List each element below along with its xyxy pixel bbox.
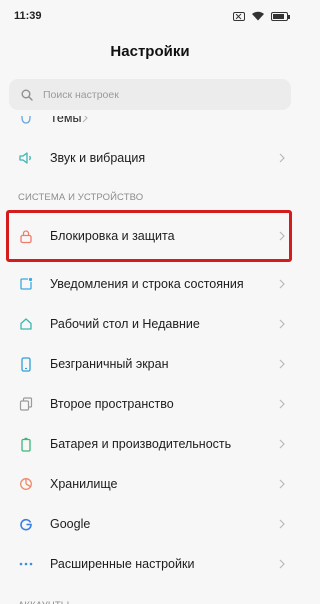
search-box[interactable] (9, 79, 291, 110)
chevron-right-icon (279, 399, 285, 409)
settings-item-lock-security[interactable]: Блокировка и защита (0, 210, 300, 262)
google-icon (18, 516, 34, 532)
chevron-right-icon (83, 116, 89, 123)
chevron-right-icon (279, 153, 285, 163)
chevron-right-icon (279, 231, 285, 241)
fullscreen-icon (18, 356, 34, 372)
settings-item-label: Темы (50, 116, 82, 125)
notifications-icon (18, 276, 34, 292)
more-icon (18, 556, 34, 572)
settings-screen: 11:39 Настройки Темы (0, 0, 300, 604)
settings-item-label: Батарея и производительность (50, 437, 232, 451)
battery-icon (18, 436, 34, 452)
themes-icon (18, 116, 34, 126)
lock-icon (18, 228, 34, 244)
chevron-right-icon (279, 559, 285, 569)
settings-item-storage[interactable]: Хранилище (0, 464, 300, 504)
settings-list: Темы Звук и вибрация СИСТЕМА И УСТРОЙСТВ… (0, 116, 300, 604)
page-title: Настройки (110, 43, 190, 60)
settings-item-label: Второе пространство (50, 397, 174, 411)
status-time: 11:39 (14, 10, 42, 22)
settings-item-label: Уведомления и строка состояния (50, 277, 244, 291)
battery-status-icon (271, 11, 290, 21)
settings-item-label: Звук и вибрация (50, 151, 146, 165)
chevron-right-icon (279, 359, 285, 369)
search-input[interactable] (43, 88, 291, 101)
wifi-icon (252, 11, 264, 21)
settings-item-home-screen[interactable]: Рабочий стол и Недавние (0, 304, 300, 344)
chevron-right-icon (279, 279, 285, 289)
status-icons (233, 11, 290, 21)
chevron-right-icon (279, 519, 285, 529)
settings-item-sound[interactable]: Звук и вибрация (0, 138, 300, 178)
status-bar: 11:39 (0, 0, 300, 32)
settings-item-fullscreen[interactable]: Безграничный экран (0, 344, 300, 384)
settings-item-label: Расширенные настройки (50, 557, 195, 571)
chevron-right-icon (279, 479, 285, 489)
sound-icon (18, 150, 34, 166)
settings-item-google[interactable]: Google (0, 504, 300, 544)
section-header-accounts: АККАУНТЫ (0, 590, 300, 604)
settings-item-label: Блокировка и защита (50, 229, 175, 243)
second-space-icon (18, 396, 34, 412)
settings-item-notifications[interactable]: Уведомления и строка состояния (0, 264, 300, 304)
settings-item-label: Google (50, 517, 91, 531)
settings-item-label: Хранилище (50, 477, 118, 491)
section-header-system: СИСТЕМА И УСТРОЙСТВО (18, 191, 144, 203)
settings-item-advanced[interactable]: Расширенные настройки (0, 544, 300, 584)
home-icon (18, 316, 34, 332)
settings-item-themes[interactable]: Темы (0, 116, 300, 138)
settings-item-second-space[interactable]: Второе пространство (0, 384, 300, 424)
chevron-right-icon (279, 439, 285, 449)
search-icon (21, 89, 33, 101)
settings-item-battery[interactable]: Батарея и производительность (0, 424, 300, 464)
settings-item-label: Рабочий стол и Недавние (50, 317, 200, 331)
sim-none-icon (233, 11, 245, 21)
chevron-right-icon (279, 319, 285, 329)
settings-item-label: Безграничный экран (50, 357, 169, 371)
storage-icon (18, 476, 34, 492)
